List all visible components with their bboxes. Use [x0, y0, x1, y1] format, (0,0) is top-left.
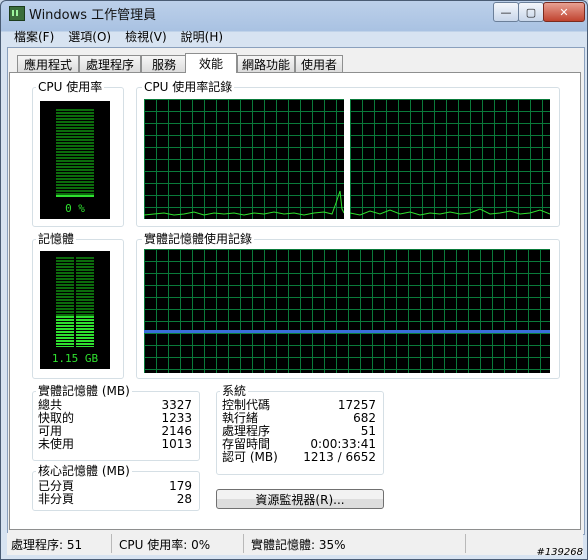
- status-separator: [243, 534, 244, 553]
- tab-users[interactable]: 使用者: [295, 55, 343, 72]
- watermark: #139268: [536, 547, 583, 558]
- memory-title: 記憶體: [36, 232, 77, 246]
- status-separator: [465, 534, 466, 553]
- cpu-usage-meter: 0 %: [40, 101, 110, 219]
- tab-networking[interactable]: 網路功能: [237, 55, 295, 72]
- task-manager-window: Windows 工作管理員 — ▢ ✕ 檔案(F) 選項(O) 檢視(V) 說明…: [0, 0, 588, 560]
- tab-performance[interactable]: 效能: [185, 53, 237, 73]
- memory-history-grid: [144, 249, 550, 373]
- cpu-history-line-core2: [350, 208, 550, 216]
- memory-value: 1.15 GB: [51, 352, 99, 365]
- menu-help[interactable]: 說明(H): [174, 27, 230, 47]
- memory-history-line: [144, 330, 550, 333]
- menu-options[interactable]: 選項(O): [61, 27, 118, 47]
- status-processes: 處理程序: 51: [11, 538, 83, 552]
- title-bar[interactable]: Windows 工作管理員 — ▢ ✕: [1, 1, 587, 25]
- cpu-history-title: CPU 使用率記錄: [142, 80, 235, 94]
- physical-memory-value: 1013: [161, 437, 192, 451]
- tab-processes[interactable]: 處理程序: [79, 55, 141, 72]
- memory-meter: 1.15 GB: [40, 251, 110, 369]
- kernel-memory-value: 28: [176, 492, 192, 506]
- performance-panel: CPU 使用率 0 % CPU 使用率記錄 記憶體 1.15 GB 實體記憶體使…: [9, 72, 581, 530]
- system-value: 1213 / 6652: [303, 450, 376, 464]
- kernel-memory-row: 非分頁 28: [38, 493, 192, 506]
- kernel-memory-title: 核心記憶體 (MB): [36, 464, 132, 478]
- kernel-memory-label: 非分頁: [38, 492, 75, 506]
- memory-history-graph: [144, 249, 550, 373]
- system-label: 認可 (MB): [222, 450, 278, 464]
- physical-memory-title: 實體記憶體 (MB): [36, 384, 132, 398]
- cpu-usage-bars: [56, 109, 94, 197]
- tab-services[interactable]: 服務: [141, 55, 187, 72]
- window-title: Windows 工作管理員: [29, 8, 157, 23]
- maximize-button[interactable]: ▢: [518, 2, 544, 22]
- memory-meter-divider: [74, 257, 76, 347]
- physical-memory-row: 未使用 1013: [38, 438, 192, 451]
- minimize-button[interactable]: —: [493, 2, 519, 22]
- close-button[interactable]: ✕: [543, 2, 585, 22]
- menu-bar: 檔案(F) 選項(O) 檢視(V) 說明(H): [7, 27, 230, 47]
- status-cpu: CPU 使用率: 0%: [119, 538, 211, 552]
- status-separator: [111, 534, 112, 553]
- status-bar: 處理程序: 51 CPU 使用率: 0% 實體記憶體: 35%: [7, 533, 583, 555]
- menu-file[interactable]: 檔案(F): [7, 27, 61, 47]
- resource-monitor-button[interactable]: 資源監視器(R)...: [216, 489, 384, 509]
- menu-view[interactable]: 檢視(V): [118, 27, 174, 47]
- physical-memory-label: 未使用: [38, 437, 75, 451]
- system-row: 認可 (MB) 1213 / 6652: [222, 451, 376, 464]
- cpu-usage-value: 0 %: [65, 202, 85, 215]
- tab-applications[interactable]: 應用程式: [17, 55, 79, 72]
- cpu-usage-title: CPU 使用率: [36, 80, 105, 94]
- cpu-history-line-core1: [144, 190, 344, 216]
- cpu-history-graph-core2: [350, 99, 550, 219]
- cpu-history-graph-core1: [144, 99, 344, 219]
- status-memory: 實體記憶體: 35%: [251, 538, 346, 552]
- task-manager-icon: [9, 6, 25, 21]
- cpu-usage-level: [56, 195, 94, 197]
- system-title: 系統: [220, 384, 249, 398]
- memory-history-title: 實體記憶體使用記錄: [142, 232, 255, 246]
